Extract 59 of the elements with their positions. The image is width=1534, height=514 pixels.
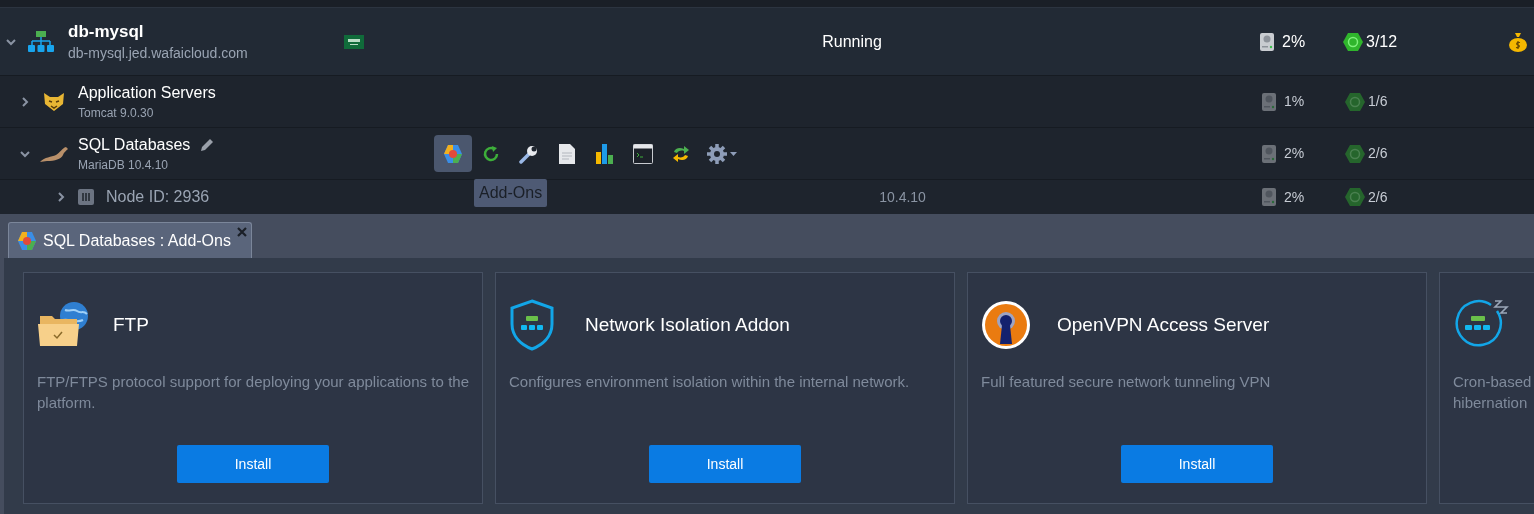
chevron-down-icon[interactable] (20, 148, 30, 159)
node-version: 10.4.10 (879, 187, 927, 207)
node-id: Node ID: 2936 (106, 187, 210, 207)
disk-usage: 2% (1284, 187, 1305, 207)
addon-description: Cron-based hibernation (1453, 372, 1533, 413)
addon-title: Network Isolation Addon (585, 312, 790, 337)
disk-usage: 1% (1284, 92, 1305, 111)
cloudlet-count: 2/6 (1368, 187, 1388, 207)
disk-usage: 2% (1282, 31, 1306, 52)
cat-icon (43, 91, 65, 112)
cloudlet-count: 3/12 (1366, 31, 1398, 52)
install-button[interactable]: Install (177, 445, 329, 483)
tab-label: SQL Databases : Add-Ons (43, 230, 231, 251)
refresh-icon (482, 144, 500, 163)
close-icon[interactable] (236, 227, 247, 237)
disk-usage: 2% (1284, 144, 1305, 163)
folder-globe-icon (37, 302, 89, 348)
chevron-right-icon[interactable] (20, 96, 30, 107)
document-icon (559, 143, 575, 164)
keyhole-icon (981, 300, 1031, 350)
addon-description: FTP/FTPS protocol support for deploying your applications to the platform. (37, 372, 469, 413)
addon-description: Configures environment isolation within the internal network. (509, 372, 911, 392)
addon-description: Full featured secure network tunneling VPN (981, 372, 1272, 392)
panel-tab[interactable]: SQL Databases : Add-Ons (8, 222, 252, 258)
environment-domain[interactable]: db-mysql.jed.wafaicloud.com (68, 42, 344, 63)
swap-arrows-icon (672, 143, 690, 164)
shield-icon (509, 299, 555, 351)
network-icon (28, 30, 54, 53)
wrench-icon (519, 143, 539, 164)
flag-icon (344, 34, 364, 49)
pencil-icon[interactable] (200, 137, 215, 152)
money-bag-icon[interactable] (1508, 31, 1528, 52)
layer-version: Tomcat 9.0.30 (78, 104, 155, 122)
settings-icon (707, 143, 737, 164)
layer-name: SQL Databases (78, 134, 191, 155)
environment-row[interactable]: db-mysql db-mysql.jed.wafaicloud.com Running 2% 3/12 (0, 8, 1534, 76)
bar-chart-icon (596, 143, 614, 164)
hexagon-icon (1344, 91, 1366, 112)
addon-title: OpenVPN Access Server (1057, 312, 1270, 337)
chevron-right-icon[interactable] (56, 192, 66, 202)
server-icon (78, 189, 94, 205)
hexagon-icon (1344, 187, 1366, 207)
environment-status: Running (822, 31, 882, 52)
environment-name[interactable]: db-mysql (68, 20, 344, 43)
chevron-down-icon[interactable] (6, 36, 16, 47)
seal-icon (39, 144, 69, 163)
cloudlet-count: 2/6 (1368, 144, 1388, 163)
layer-name: Application Servers (78, 82, 216, 103)
tooltip: Add-Ons (474, 179, 548, 207)
install-button[interactable]: Install (649, 445, 801, 483)
hexagon-puzzle-icon (443, 143, 463, 164)
install-button[interactable]: Install (1121, 445, 1273, 483)
hexagon-icon (1344, 143, 1366, 164)
terminal-icon (633, 143, 653, 164)
layer-version: MariaDB 10.4.10 (78, 156, 170, 174)
addon-title: FTP (113, 312, 149, 337)
hexagon-puzzle-icon (17, 230, 37, 251)
cloudlet-count: 1/6 (1368, 92, 1388, 111)
hexagon-icon (1342, 31, 1364, 52)
